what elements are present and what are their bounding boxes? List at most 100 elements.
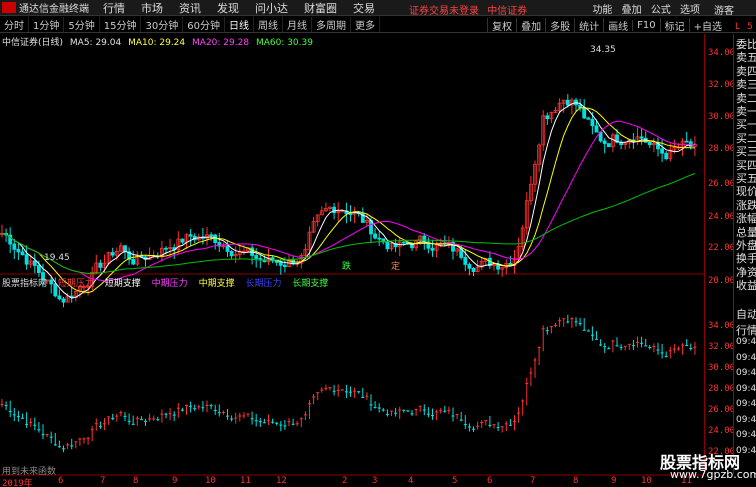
tool-mark[interactable]: 标记: [659, 17, 689, 33]
candle-body: [586, 117, 591, 120]
candle-body: [12, 243, 17, 250]
menu-news[interactable]: 资讯: [179, 0, 201, 16]
date-axis: 2019年 6 7 8 9 10 11 12 2 3 4 5 6 7 8 9 1…: [0, 476, 704, 487]
top-menu-bar: 通达信金融终端 行情 市场 资讯 发现 问小达 财富圈 交易 证券交易未登录 中…: [0, 0, 756, 17]
tool-adjust[interactable]: 复权: [487, 17, 516, 33]
menu-discover[interactable]: 发现: [217, 0, 239, 16]
axis-tick: 28.00: [708, 384, 736, 394]
axis-tick: 20.00: [708, 276, 736, 286]
side-time-label: 行情: [736, 323, 756, 337]
period-1min[interactable]: 1分钟: [29, 17, 65, 32]
ma60-value: MA60: 30.39: [255, 38, 313, 48]
side-time-label: 09:47: [736, 368, 756, 378]
period-60min[interactable]: 60分钟: [183, 17, 225, 32]
date-label: 12: [276, 476, 287, 486]
side-time-label: 09:47: [736, 383, 756, 394]
menu-overlay[interactable]: 叠加: [622, 5, 642, 16]
broker-name: 中信证券: [487, 6, 528, 17]
candle-body: [377, 237, 382, 240]
menu-formula[interactable]: 公式: [651, 5, 671, 16]
side-time-label: 09:47: [736, 337, 756, 347]
candle-body: [422, 235, 427, 243]
legend-long-support: 长期支撑: [292, 279, 329, 289]
candle-body: [213, 234, 218, 243]
candle-body: [225, 245, 230, 252]
candle-body: [660, 148, 664, 154]
axis-tick: 34.00: [708, 321, 736, 331]
ma20-value: MA20: 29.28: [192, 38, 250, 48]
legend-long-resist: 长期压力: [245, 279, 282, 289]
axis-tick: 30.00: [708, 112, 736, 122]
ma10-value: MA10: 29.24: [128, 38, 186, 48]
legend-mid-resist: 中期压力: [151, 279, 188, 289]
tool-draw[interactable]: 画线: [603, 17, 632, 33]
axis-tick: 26.00: [708, 405, 736, 415]
date-label: 8: [133, 476, 139, 486]
menu-options[interactable]: 选项: [680, 5, 700, 16]
period-week[interactable]: 周线: [254, 17, 283, 32]
axis-tick: 24.00: [708, 212, 736, 222]
candle-body: [57, 295, 62, 300]
ma5-value: MA5: 29.04: [69, 38, 122, 48]
trade-status: 证券交易未登录 中信证券: [409, 2, 532, 17]
indicator-name[interactable]: 股票指标网: [2, 279, 47, 289]
date-label: 4: [408, 476, 414, 486]
date-label: 2: [342, 476, 348, 486]
signal-ding-marker: 定: [391, 262, 401, 272]
future-function-note: 用到未来函数: [2, 467, 57, 477]
legend-mid-support: 中期支撑: [198, 279, 235, 289]
period-15min[interactable]: 15分钟: [100, 17, 142, 32]
menu-market[interactable]: 市场: [141, 0, 163, 16]
candle-body: [131, 258, 136, 265]
tool-f10[interactable]: F10: [632, 19, 659, 31]
candle-body: [98, 262, 103, 268]
candle-body: [209, 234, 214, 237]
price-axis: 34.00 32.00 30.00 28.00 26.00 24.00 22.0…: [704, 34, 736, 474]
period-month[interactable]: 月线: [283, 17, 312, 32]
candle-body: [684, 140, 689, 143]
menu-quotes[interactable]: 行情: [103, 0, 125, 16]
candle-body: [647, 141, 652, 146]
login-status[interactable]: 证券交易未登录: [409, 6, 479, 17]
candle-body: [348, 213, 353, 215]
date-label: 9: [611, 476, 617, 486]
date-label: 9: [172, 476, 178, 486]
candle-body: [582, 107, 587, 119]
kline-chart[interactable]: [0, 34, 704, 476]
candle-body: [545, 115, 550, 120]
menu-function[interactable]: 功能: [592, 5, 612, 16]
side-time-label: 09:47: [736, 352, 756, 363]
period-more[interactable]: 更多: [351, 17, 380, 32]
period-day[interactable]: 日线: [225, 17, 254, 32]
candle-body: [20, 251, 25, 256]
date-label: 6: [487, 476, 493, 486]
tool-add-watchlist[interactable]: +自选: [688, 17, 726, 33]
axis-tick: 32.00: [708, 342, 736, 352]
candle-body: [430, 247, 435, 251]
tool-multistock[interactable]: 多股: [545, 17, 574, 33]
tool-stats[interactable]: 统计: [574, 17, 603, 33]
axis-tick: 22.00: [708, 243, 736, 253]
side-time-label: 09:47: [736, 399, 756, 409]
legend-short-support: 短期支撑: [104, 279, 141, 289]
candle-body: [110, 252, 115, 256]
axis-tick: 24.00: [708, 426, 736, 436]
candle-body: [565, 99, 570, 106]
period-minute[interactable]: 分时: [0, 17, 29, 32]
date-label: 6: [58, 476, 64, 486]
tool-overlay[interactable]: 叠加: [516, 17, 545, 33]
legend-short-resist: 短期压力: [57, 279, 94, 289]
guest-label[interactable]: 游客: [714, 2, 734, 17]
app-title: 通达信金融终端: [19, 4, 89, 15]
menu-trade[interactable]: 交易: [353, 0, 375, 16]
period-30min[interactable]: 30分钟: [141, 17, 184, 32]
period-5min[interactable]: 5分钟: [64, 17, 100, 32]
menu-ask[interactable]: 问小达: [255, 0, 288, 16]
date-label: 3: [372, 476, 378, 486]
menu-wealth[interactable]: 财富圈: [304, 0, 337, 16]
period-multi[interactable]: 多周期: [312, 17, 351, 32]
date-label: 7: [100, 476, 106, 486]
candle-body: [471, 267, 476, 273]
candle-body: [24, 254, 29, 265]
candle-body: [590, 118, 595, 127]
